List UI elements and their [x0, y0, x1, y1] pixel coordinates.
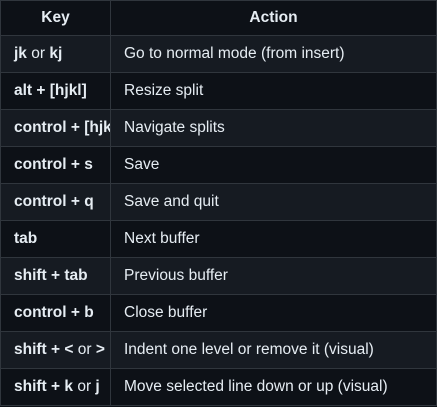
- table-row: jk or kj Go to normal mode (from insert): [0, 35, 437, 73]
- key-combo: j: [95, 378, 100, 395]
- table-row: shift + k or j Move selected line down or…: [0, 368, 437, 406]
- key-separator: or: [26, 45, 50, 62]
- key-combo: control + q: [14, 193, 94, 210]
- action-cell: Navigate splits: [110, 109, 437, 147]
- key-cell: shift + k or j: [0, 368, 111, 406]
- header-key: Key: [0, 0, 111, 36]
- key-cell: shift + tab: [0, 257, 111, 295]
- action-cell: Move selected line down or up (visual): [110, 368, 437, 406]
- table-row: control + q Save and quit: [0, 183, 437, 221]
- key-cell: tab: [0, 220, 111, 258]
- key-cell: control + b: [0, 294, 111, 332]
- key-cell: control + [hjkl]: [0, 109, 111, 147]
- table-body: jk or kj Go to normal mode (from insert) a…: [0, 35, 437, 406]
- key-separator: or: [73, 341, 96, 358]
- key-combo: shift + tab: [14, 267, 88, 284]
- key-cell: shift + < or >: [0, 331, 111, 369]
- table-row: shift + < or > Indent one level or remove…: [0, 331, 437, 369]
- key-combo: control + [hjkl]: [14, 119, 111, 136]
- key-combo: shift + k: [14, 378, 74, 395]
- action-cell: Close buffer: [110, 294, 437, 332]
- table-row: alt + [hjkl] Resize split: [0, 72, 437, 110]
- key-cell: alt + [hjkl]: [0, 72, 111, 110]
- header-action: Action: [110, 0, 437, 36]
- table-row: tab Next buffer: [0, 220, 437, 258]
- table-row: control + [hjkl] Navigate splits: [0, 109, 437, 147]
- key-combo: kj: [49, 45, 63, 62]
- key-combo: shift + <: [14, 341, 74, 358]
- action-cell: Indent one level or remove it (visual): [110, 331, 437, 369]
- table-row: control + s Save: [0, 146, 437, 184]
- key-combo: jk: [14, 45, 27, 62]
- key-cell: jk or kj: [0, 35, 111, 73]
- key-cell: control + q: [0, 183, 111, 221]
- key-combo: control + s: [14, 156, 93, 173]
- action-cell: Resize split: [110, 72, 437, 110]
- key-cell: control + s: [0, 146, 111, 184]
- key-combo: control + b: [14, 304, 94, 321]
- action-cell: Previous buffer: [110, 257, 437, 295]
- key-combo: alt + [hjkl]: [14, 82, 87, 99]
- table-row: control + b Close buffer: [0, 294, 437, 332]
- action-cell: Next buffer: [110, 220, 437, 258]
- action-cell: Save and quit: [110, 183, 437, 221]
- key-combo: tab: [14, 230, 38, 247]
- key-separator: or: [73, 378, 96, 395]
- action-cell: Go to normal mode (from insert): [110, 35, 437, 73]
- action-cell: Save: [110, 146, 437, 184]
- key-combo: >: [95, 341, 105, 358]
- table-row: shift + tab Previous buffer: [0, 257, 437, 295]
- table-header-row: Key Action: [0, 0, 437, 36]
- keybindings-table: Key Action jk or kj Go to normal mode (fr…: [0, 0, 437, 406]
